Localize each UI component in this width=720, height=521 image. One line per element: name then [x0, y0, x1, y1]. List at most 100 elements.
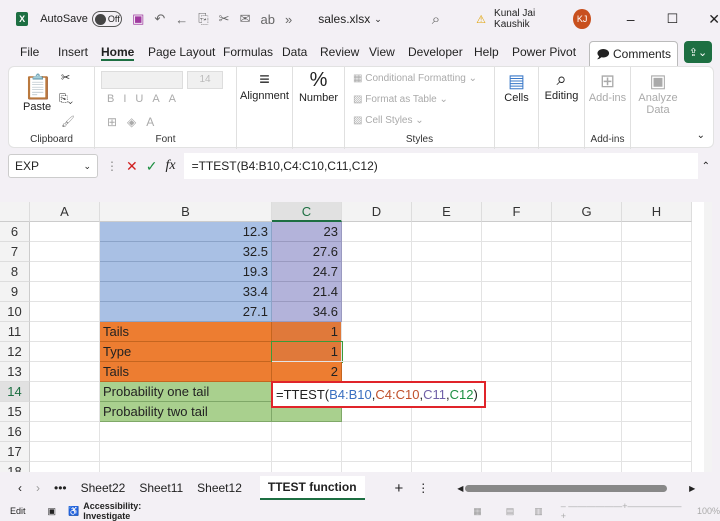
scroll-left-icon[interactable]: ‹	[18, 481, 22, 495]
cell-e18[interactable]	[412, 462, 482, 472]
autosave-toggle[interactable]: Off	[91, 11, 123, 27]
sheet-tab-sheet22[interactable]: Sheet22	[81, 481, 126, 495]
cell-a6[interactable]	[30, 222, 100, 242]
column-header-d[interactable]: D	[342, 202, 412, 222]
cell-f9[interactable]	[482, 282, 552, 302]
cell-f13[interactable]	[482, 362, 552, 382]
sheet-tab-sheet12[interactable]: Sheet12	[197, 481, 242, 495]
close-icon[interactable]: ✕	[708, 11, 720, 28]
cell-e17[interactable]	[412, 442, 482, 462]
tab-home[interactable]: Home	[101, 45, 135, 61]
spreadsheet-grid[interactable]: A B C D E F G H 6 12.3 23 7 32.5 27.6 8 19.3 24.7 9 33.4 21…	[0, 202, 712, 472]
cell-f12[interactable]	[482, 342, 552, 362]
cell-g17[interactable]	[552, 442, 622, 462]
formula-input[interactable]: =TTEST(B4:B10,C4:C10,C11,C12)	[183, 153, 698, 179]
row-header-10[interactable]: 10	[0, 302, 30, 322]
cell-b14[interactable]: Probability one tail	[100, 382, 272, 402]
accessibility-icon[interactable]: ♿	[68, 506, 79, 517]
cell-g9[interactable]	[552, 282, 622, 302]
cell-g12[interactable]	[552, 342, 622, 362]
paste-icon[interactable]: 📋	[23, 73, 53, 102]
cell-e8[interactable]	[412, 262, 482, 282]
cell-h12[interactable]	[622, 342, 692, 362]
cancel-icon[interactable]: ✕	[126, 158, 138, 175]
conditional-formatting-button[interactable]: ▦ Conditional Formatting ⌄	[353, 73, 477, 84]
cell-b13[interactable]: Tails	[100, 362, 272, 382]
cell-g16[interactable]	[552, 422, 622, 442]
cell-b16[interactable]	[100, 422, 272, 442]
cell-d12[interactable]	[342, 342, 412, 362]
cell-d10[interactable]	[342, 302, 412, 322]
sheet-tab-ttest-function[interactable]: TTEST function	[259, 476, 365, 500]
row-header-7[interactable]: 7	[0, 242, 30, 262]
row-header-8[interactable]: 8	[0, 262, 30, 282]
cell-d17[interactable]	[342, 442, 412, 462]
vertical-scrollbar[interactable]	[704, 202, 712, 472]
cell-b10[interactable]: 27.1	[100, 302, 272, 322]
cell-c8[interactable]: 24.7	[272, 262, 342, 282]
cell-a12[interactable]	[30, 342, 100, 362]
horizontal-scrollbar[interactable]: ◀ ▶	[443, 483, 695, 493]
cell-g7[interactable]	[552, 242, 622, 262]
tab-developer[interactable]: Developer	[408, 45, 463, 59]
cell-h17[interactable]	[622, 442, 692, 462]
cell-c7[interactable]: 27.6	[272, 242, 342, 262]
sheet-tab-sheet11[interactable]: Sheet11	[139, 481, 183, 495]
zoom-level[interactable]: 100%	[697, 506, 720, 516]
cell-h9[interactable]	[622, 282, 692, 302]
macro-icon[interactable]: ▣	[48, 506, 57, 517]
cell-c17[interactable]	[272, 442, 342, 462]
alignment-group[interactable]: ≡ Alignment	[237, 67, 293, 149]
cell-c18[interactable]	[272, 462, 342, 472]
font-name-select[interactable]	[101, 71, 183, 89]
tab-file[interactable]: File	[20, 45, 39, 59]
column-header-a[interactable]: A	[30, 202, 100, 222]
addins-button[interactable]: Add-ins	[585, 92, 630, 104]
cell-g18[interactable]	[552, 462, 622, 472]
cell-a7[interactable]	[30, 242, 100, 262]
cell-f14[interactable]	[482, 382, 552, 402]
cell-f15[interactable]	[482, 402, 552, 422]
cell-e6[interactable]	[412, 222, 482, 242]
scroll-left-arrow[interactable]: ◀	[457, 484, 463, 493]
column-header-h[interactable]: H	[622, 202, 692, 222]
cut-icon[interactable]: ✂	[61, 71, 70, 84]
cell-b8[interactable]: 19.3	[100, 262, 272, 282]
more-icon[interactable]: »	[285, 12, 292, 27]
border-fill-color-icons[interactable]: ⊞◈A	[107, 115, 164, 129]
cell-d9[interactable]	[342, 282, 412, 302]
cell-e12[interactable]	[412, 342, 482, 362]
tab-page-layout[interactable]: Page Layout	[148, 45, 215, 59]
cell-c10[interactable]: 34.6	[272, 302, 342, 322]
tab-data[interactable]: Data	[282, 45, 307, 59]
column-header-b[interactable]: B	[100, 202, 272, 222]
cell-d18[interactable]	[342, 462, 412, 472]
cell-f10[interactable]	[482, 302, 552, 322]
cell-h7[interactable]	[622, 242, 692, 262]
cell-h18[interactable]	[622, 462, 692, 472]
file-name[interactable]: sales.xlsx	[318, 12, 370, 26]
zoom-slider[interactable]: – ——————+—————— +	[561, 501, 685, 521]
cell-c13[interactable]: 2	[272, 362, 342, 382]
row-header-9[interactable]: 9	[0, 282, 30, 302]
cell-b7[interactable]: 32.5	[100, 242, 272, 262]
row-header-13[interactable]: 13	[0, 362, 30, 382]
mail-icon[interactable]: ✉	[240, 11, 251, 27]
cell-b18[interactable]	[100, 462, 272, 472]
cell-c16[interactable]	[272, 422, 342, 442]
cell-g11[interactable]	[552, 322, 622, 342]
column-header-f[interactable]: F	[482, 202, 552, 222]
cell-c9[interactable]: 21.4	[272, 282, 342, 302]
cell-g13[interactable]	[552, 362, 622, 382]
row-header-14[interactable]: 14	[0, 382, 30, 402]
column-header-c[interactable]: C	[272, 202, 342, 222]
format-as-table-button[interactable]: ▨ Format as Table ⌄	[353, 94, 448, 105]
cell-d8[interactable]	[342, 262, 412, 282]
cell-a14[interactable]	[30, 382, 100, 402]
cell-f16[interactable]	[482, 422, 552, 442]
cell-h8[interactable]	[622, 262, 692, 282]
cell-f7[interactable]	[482, 242, 552, 262]
cell-d13[interactable]	[342, 362, 412, 382]
search-icon[interactable]: ⌕	[432, 11, 440, 28]
cell-a18[interactable]	[30, 462, 100, 472]
